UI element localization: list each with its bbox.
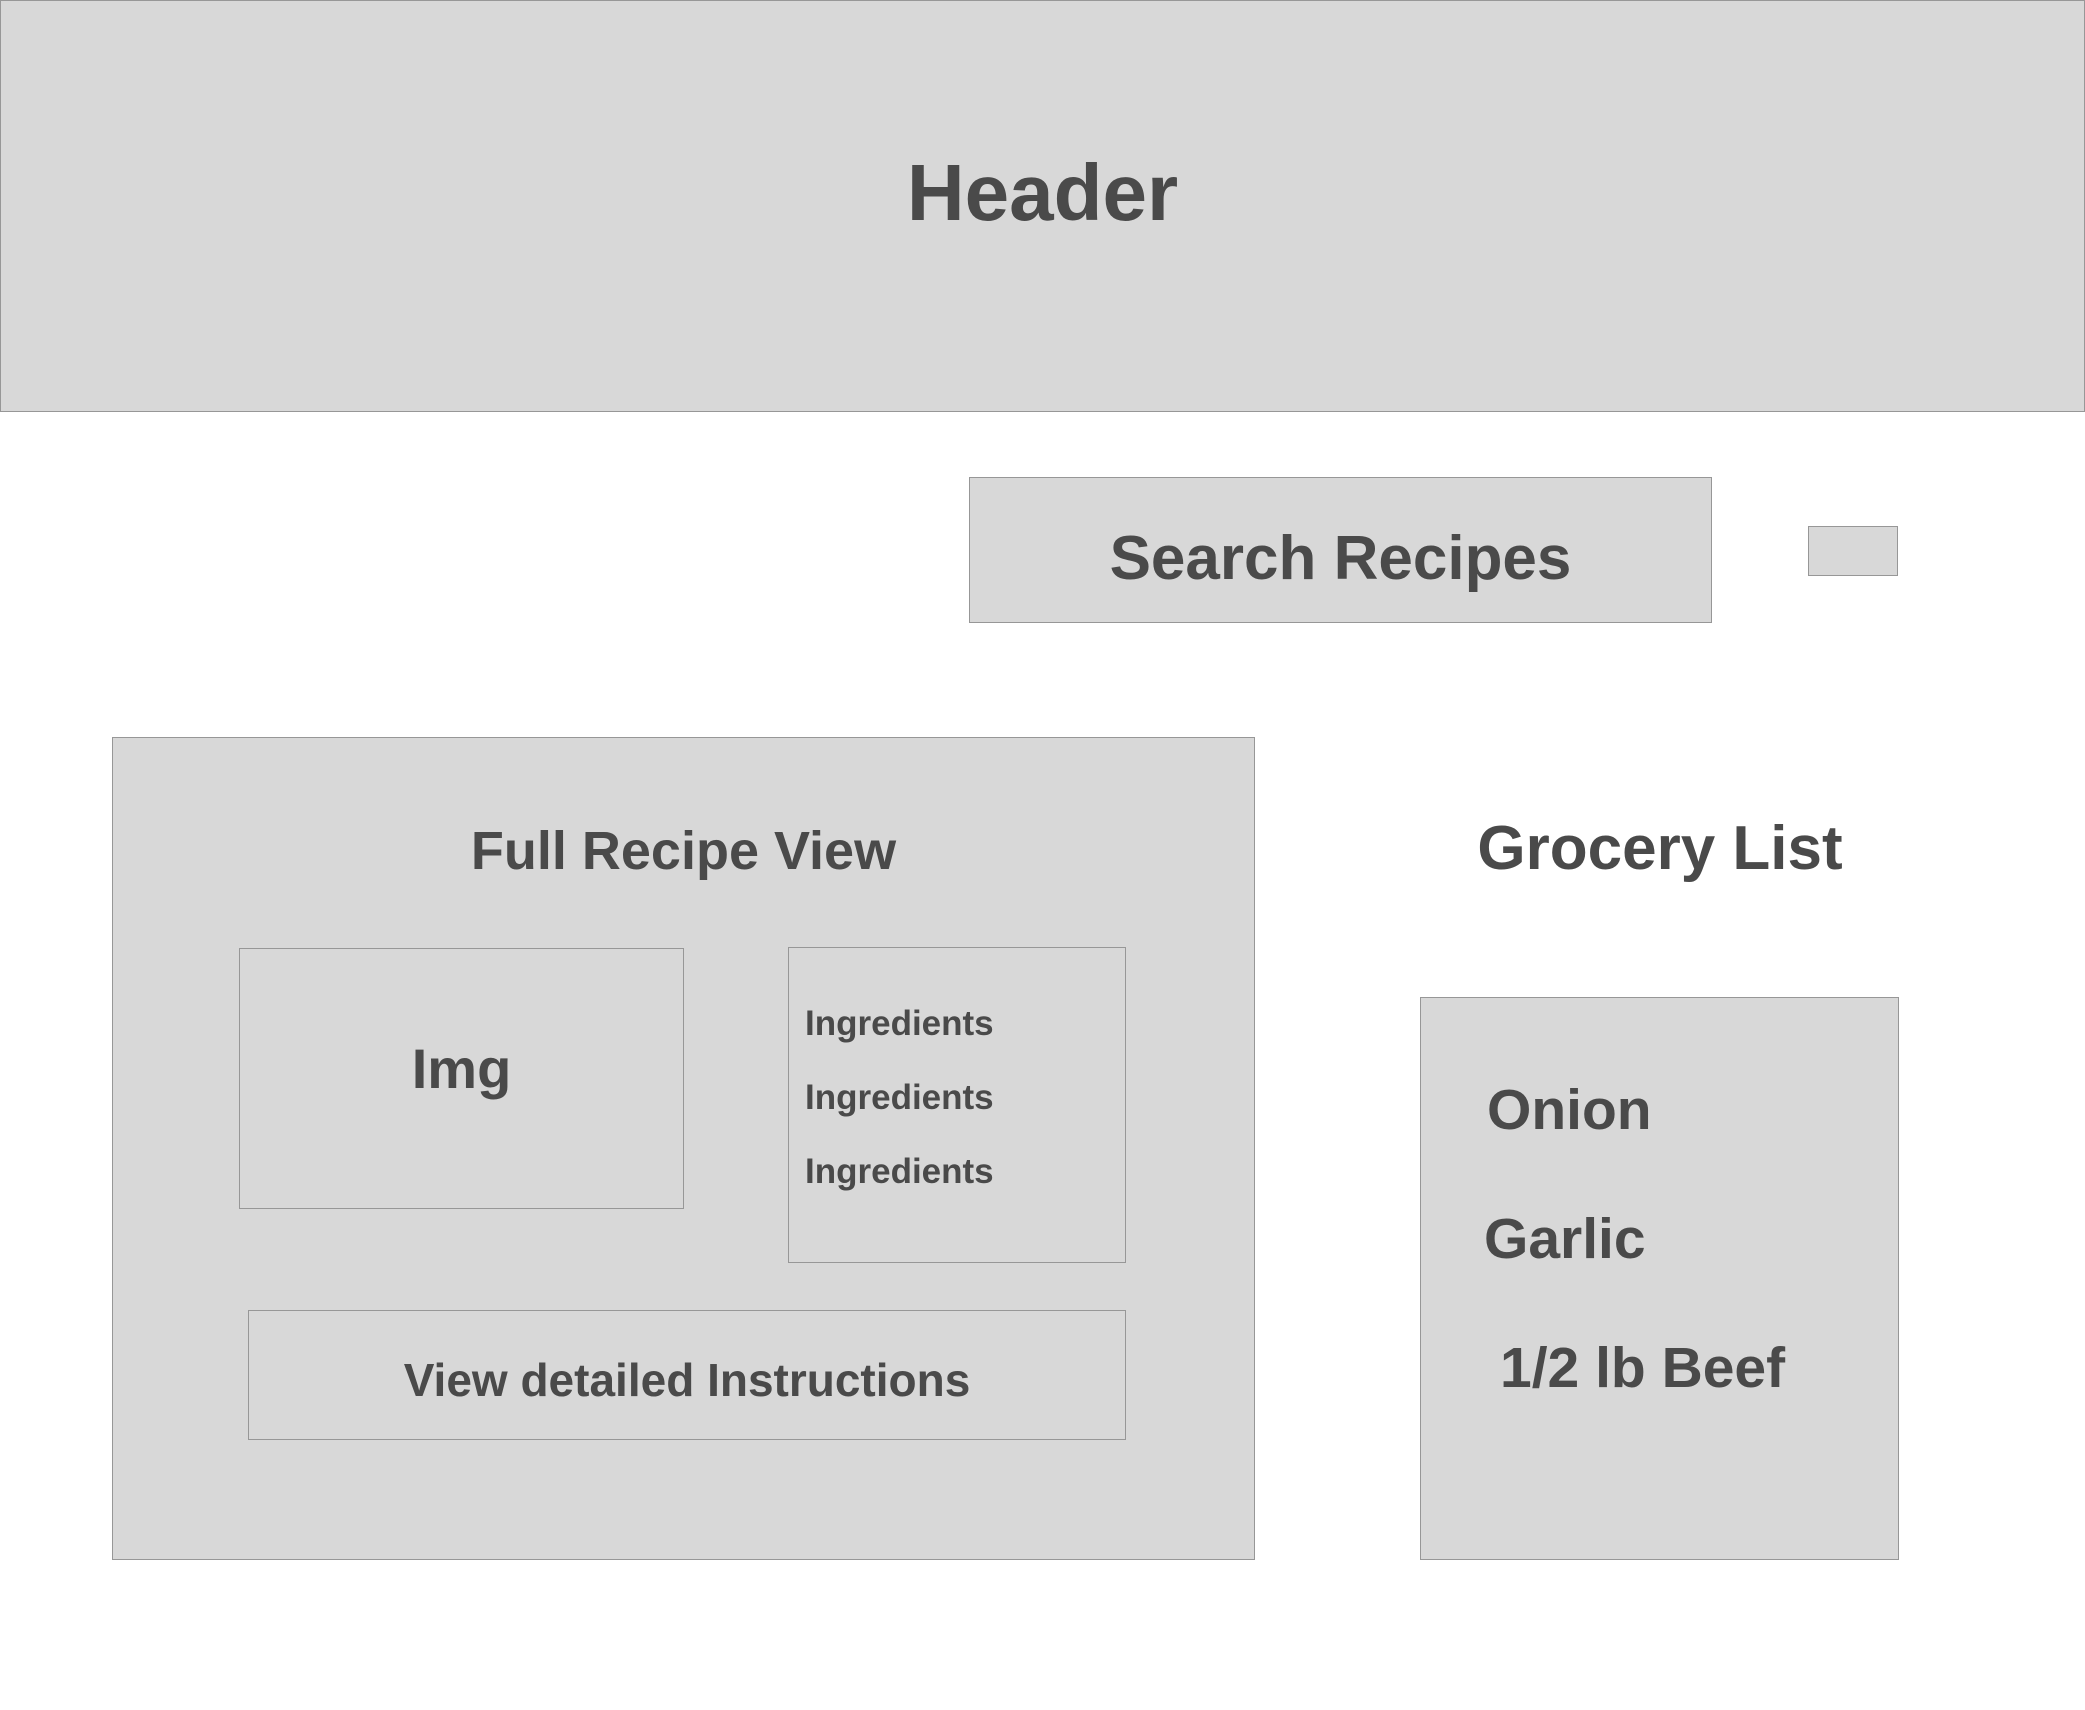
search-button[interactable] (1808, 526, 1898, 576)
ingredients-box: Ingredients Ingredients Ingredients (788, 947, 1126, 1263)
recipe-image-label: Img (411, 1037, 512, 1100)
ingredient-item: Ingredients (805, 1152, 994, 1191)
header-title: Header (906, 148, 1179, 237)
recipe-image-placeholder: Img (239, 948, 684, 1209)
grocery-item[interactable]: 1/2 lb Beef (1500, 1340, 1785, 1397)
grocery-list-title: Grocery List (1477, 814, 1843, 883)
grocery-item[interactable]: Onion (1487, 1082, 1652, 1139)
view-instructions-button[interactable]: View detailed Instructions (248, 1310, 1126, 1440)
full-recipe-panel: Full Recipe View Img Ingredients Ingredi… (112, 737, 1255, 1560)
header: Header (0, 0, 2085, 412)
search-recipes-label: Search Recipes (1109, 524, 1572, 593)
full-recipe-title: Full Recipe View (470, 821, 897, 881)
view-instructions-label: View detailed Instructions (403, 1354, 971, 1406)
ingredient-item: Ingredients (805, 1078, 994, 1117)
ingredient-item: Ingredients (805, 1004, 994, 1043)
search-recipes-box[interactable]: Search Recipes (969, 477, 1712, 623)
grocery-list-box: Onion Garlic 1/2 lb Beef (1420, 997, 1899, 1560)
grocery-item[interactable]: Garlic (1484, 1211, 1646, 1268)
